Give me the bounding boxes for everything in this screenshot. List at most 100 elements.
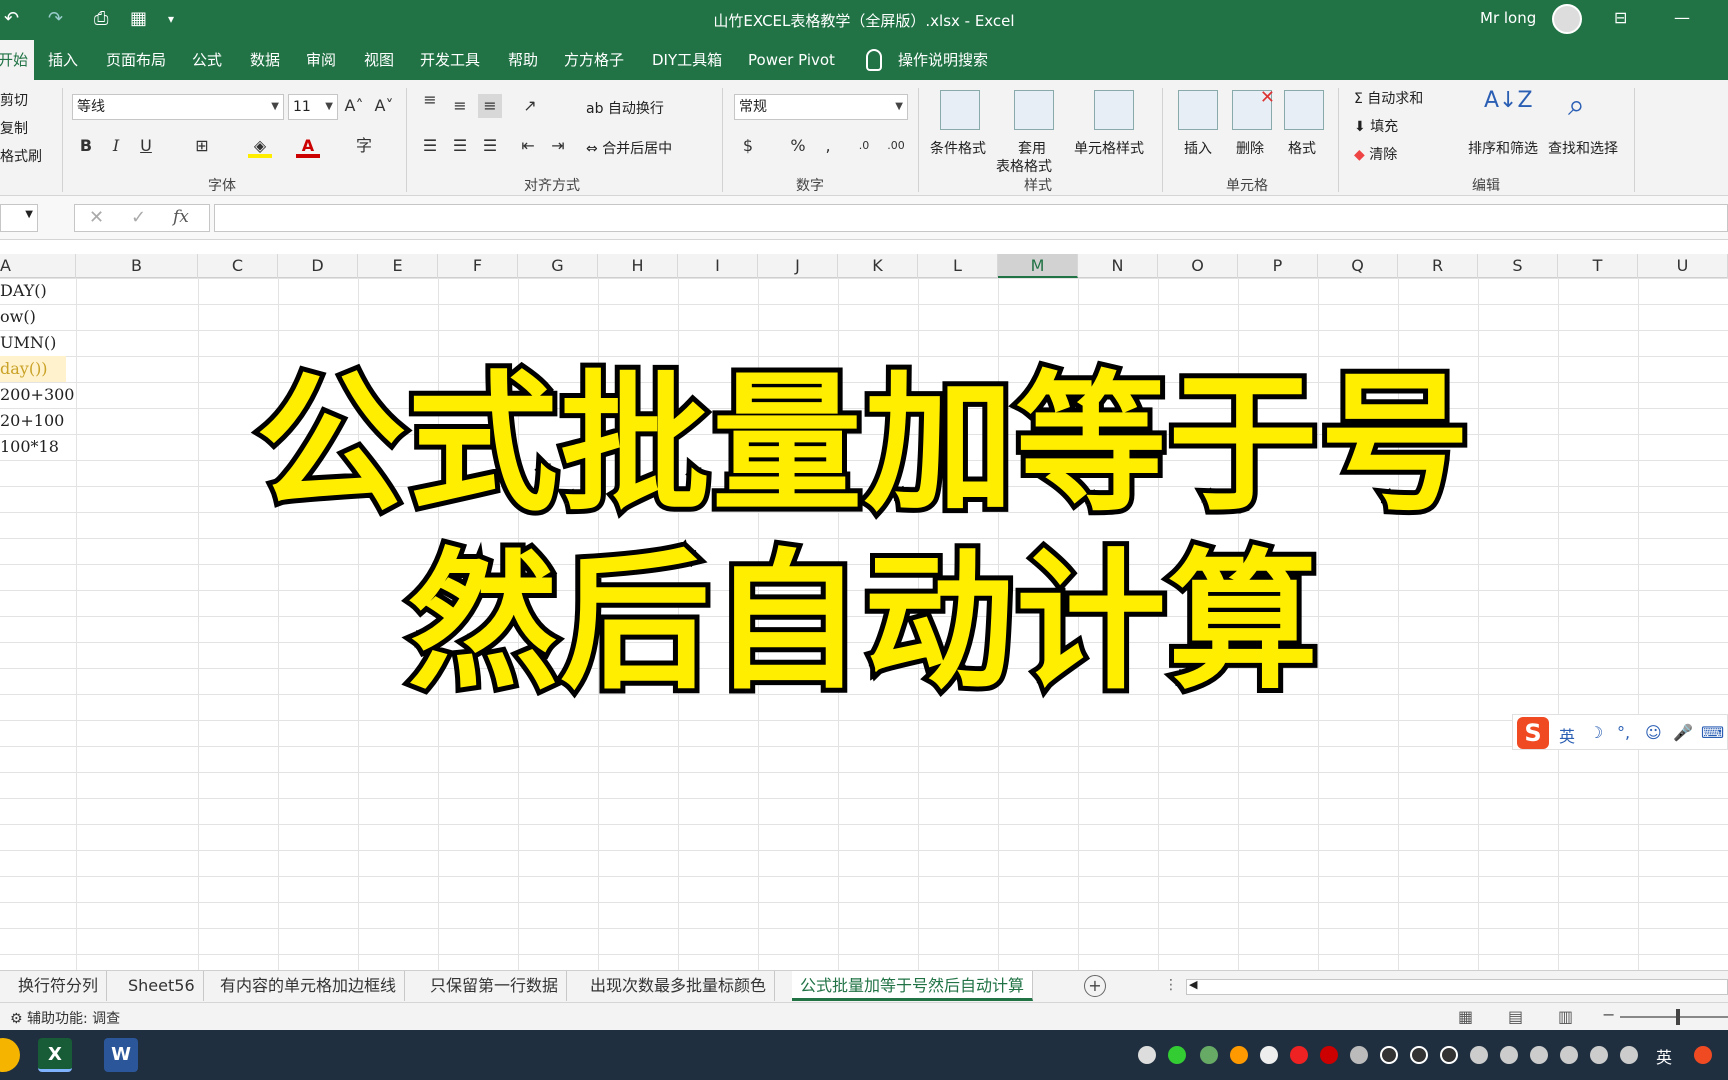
add-sheet-icon[interactable]: + <box>1084 975 1106 997</box>
minimize-icon[interactable]: — <box>1674 8 1690 27</box>
sheet-tab-active[interactable]: 公式批量加等于号然后自动计算 <box>792 971 1034 1001</box>
tab-fangfang[interactable]: 方方格子 <box>558 40 630 80</box>
tab-diy-toolbox[interactable]: DIY工具箱 <box>646 40 728 80</box>
column-header[interactable]: I <box>678 254 758 278</box>
qq-icon[interactable] <box>1410 1046 1428 1064</box>
italic-icon[interactable]: I <box>104 134 128 158</box>
underline-icon[interactable]: U <box>134 134 158 158</box>
tab-developer[interactable]: 开发工具 <box>414 40 486 80</box>
ribbon-display-icon[interactable]: ⊟ <box>1614 8 1627 27</box>
emoji-icon[interactable]: ☺ <box>1645 723 1662 742</box>
tab-insert[interactable]: 插入 <box>42 40 84 80</box>
tab-review[interactable]: 审阅 <box>300 40 342 80</box>
fill-color-icon[interactable]: ◈ <box>248 134 272 158</box>
column-header[interactable]: O <box>1158 254 1238 278</box>
column-header[interactable]: J <box>758 254 838 278</box>
column-header[interactable]: G <box>518 254 598 278</box>
column-header[interactable]: N <box>1078 254 1158 278</box>
bold-icon[interactable]: B <box>74 134 98 158</box>
sheet-tab[interactable]: Sheet56 <box>120 971 204 1001</box>
cell-a2[interactable]: ow() <box>0 304 36 330</box>
tab-formulas[interactable]: 公式 <box>186 40 228 80</box>
autosum-button[interactable]: Σ 自动求和 <box>1354 88 1423 108</box>
column-header[interactable]: Q <box>1318 254 1398 278</box>
increase-font-icon[interactable]: A˄ <box>342 94 366 118</box>
network-icon[interactable] <box>1590 1046 1608 1064</box>
align-bottom-icon[interactable]: ≡ <box>478 94 502 118</box>
comma-icon[interactable]: , <box>816 134 840 158</box>
font-name-select[interactable]: 等线 ▼ <box>72 94 284 120</box>
avatar[interactable] <box>1552 4 1582 34</box>
column-header[interactable]: L <box>918 254 998 278</box>
font-color-icon[interactable]: A <box>296 134 320 158</box>
ime-mode-label[interactable]: 英 <box>1559 723 1575 747</box>
wechat-icon[interactable] <box>1168 1046 1186 1064</box>
tray-icon[interactable] <box>1260 1046 1278 1064</box>
insert-cells-button[interactable]: 插入 <box>1184 138 1212 158</box>
bluetooth-icon[interactable] <box>1500 1046 1518 1064</box>
shield-icon[interactable] <box>1230 1046 1248 1064</box>
align-middle-icon[interactable]: ≡ <box>448 94 472 118</box>
keyboard-icon[interactable] <box>1620 1046 1638 1064</box>
insert-function-icon[interactable]: fx <box>173 207 189 227</box>
column-header[interactable]: U <box>1638 254 1728 278</box>
qq-icon[interactable] <box>1440 1046 1458 1064</box>
horizontal-scrollbar[interactable]: ◀ <box>1186 978 1728 995</box>
user-name[interactable]: Mr long <box>1480 9 1536 27</box>
page-layout-view-icon[interactable]: ▤ <box>1508 1007 1523 1026</box>
column-header[interactable]: E <box>358 254 438 278</box>
column-header[interactable]: D <box>278 254 358 278</box>
font-size-select[interactable]: 11 ▼ <box>288 94 338 120</box>
format-cells-button[interactable]: 格式 <box>1288 138 1316 158</box>
borders-icon[interactable]: ⊞ <box>190 134 214 158</box>
page-break-view-icon[interactable]: ▥ <box>1558 1007 1573 1026</box>
increase-indent-icon[interactable]: ⇥ <box>546 134 570 158</box>
record-icon[interactable] <box>1320 1046 1338 1064</box>
percent-icon[interactable]: % <box>786 134 810 158</box>
excel-icon[interactable]: X <box>38 1038 72 1072</box>
enter-icon[interactable]: ✓ <box>131 207 146 228</box>
tab-power-pivot[interactable]: Power Pivot <box>742 40 841 80</box>
zoom-out-icon[interactable]: − <box>1602 1005 1615 1024</box>
sheet-tab[interactable]: 换行符分列 <box>10 971 108 1001</box>
tab-page-layout[interactable]: 页面布局 <box>100 40 172 80</box>
tab-view[interactable]: 视图 <box>358 40 400 80</box>
ime-toolbar[interactable]: S 英 ☽ °, ☺ 🎤 ⌨ <box>1512 714 1728 750</box>
number-format-select[interactable]: 常规 ▼ <box>734 94 908 120</box>
column-header[interactable]: T <box>1558 254 1638 278</box>
punctuation-icon[interactable]: °, <box>1617 723 1630 742</box>
accessibility-status[interactable]: ⚙ 辅助功能: 调查 <box>10 1008 120 1028</box>
formula-input[interactable] <box>214 204 1728 232</box>
format-as-table-button-line1[interactable]: 套用 <box>1018 138 1046 158</box>
sheet-tab[interactable]: 只保留第一行数据 <box>422 971 568 1001</box>
column-header[interactable]: R <box>1398 254 1478 278</box>
align-right-icon[interactable]: ☰ <box>478 134 502 158</box>
cell-styles-button[interactable]: 单元格样式 <box>1074 138 1144 158</box>
fill-button[interactable]: ⬇ 填充 <box>1354 116 1398 136</box>
tab-data[interactable]: 数据 <box>244 40 286 80</box>
qq-icon[interactable] <box>1380 1046 1398 1064</box>
sheet-tab[interactable]: 出现次数最多批量标颜色 <box>582 971 776 1001</box>
normal-view-icon[interactable]: ▦ <box>1458 1007 1473 1026</box>
tab-home[interactable]: 开始 <box>0 40 35 80</box>
orientation-icon[interactable]: ↗ <box>518 94 542 118</box>
decrease-indent-icon[interactable]: ⇤ <box>516 134 540 158</box>
align-left-icon[interactable]: ☰ <box>418 134 442 158</box>
wrap-text-button[interactable]: ab 自动换行 <box>586 98 664 118</box>
column-header[interactable]: A <box>0 254 76 278</box>
tray-icon[interactable] <box>1200 1046 1218 1064</box>
find-select-button[interactable]: 查找和选择 <box>1548 138 1618 158</box>
chrome-icon[interactable] <box>0 1038 20 1072</box>
merge-center-button[interactable]: ⇔ 合并后居中 <box>586 138 672 158</box>
tab-help[interactable]: 帮助 <box>502 40 544 80</box>
delete-cells-button[interactable]: 删除 <box>1236 138 1264 158</box>
sheet-tab[interactable]: 有内容的单元格加边框线 <box>212 971 406 1001</box>
clear-button[interactable]: ◆ 清除 <box>1354 144 1397 164</box>
cut-button[interactable]: 剪切 <box>0 90 28 110</box>
keyboard-icon[interactable]: ⌨ <box>1701 723 1724 742</box>
tell-me-search[interactable]: 操作说明搜索 <box>892 40 994 80</box>
column-header[interactable]: P <box>1238 254 1318 278</box>
cell-a3[interactable]: UMN() <box>0 330 56 356</box>
column-header[interactable]: K <box>838 254 918 278</box>
microphone-icon[interactable] <box>1470 1046 1488 1064</box>
